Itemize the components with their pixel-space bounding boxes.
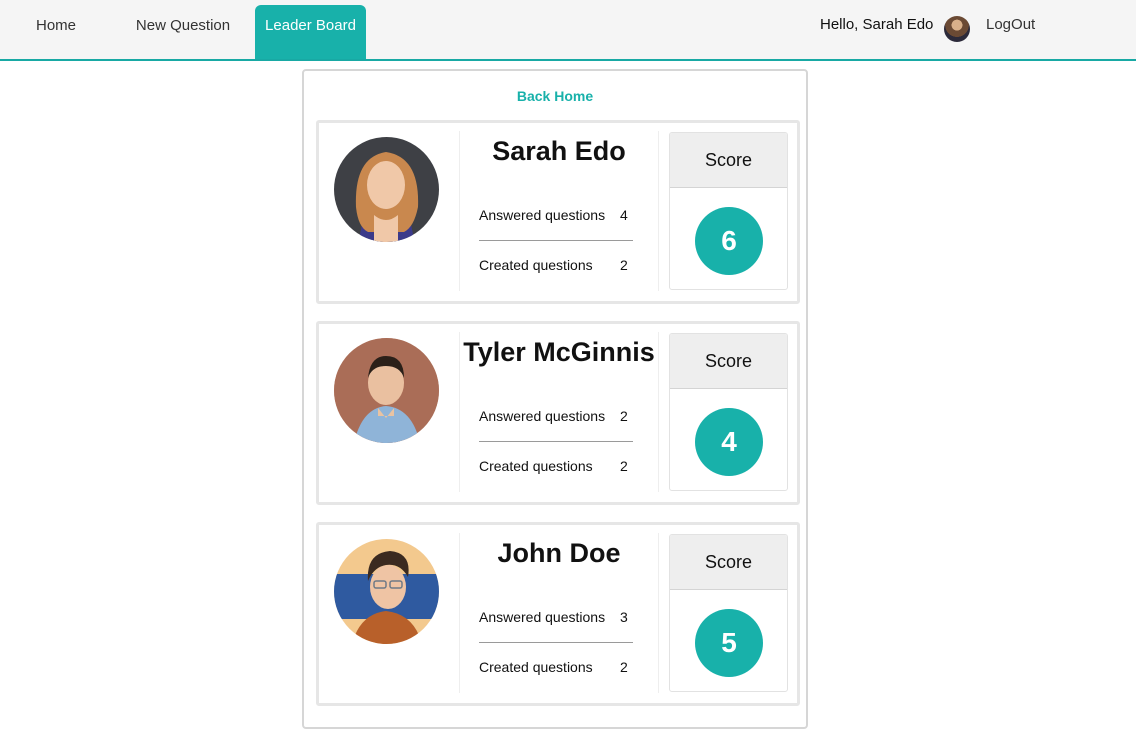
score-box: Score 6 [669, 132, 788, 290]
user-name: John Doe [497, 538, 621, 568]
score-badge: 5 [695, 609, 763, 677]
answered-questions-count: 3 [620, 609, 628, 625]
leaderboard-card: John Doe Answered questions 3 Created qu… [316, 522, 800, 706]
created-questions-row: Created questions 2 [479, 659, 639, 675]
divider [658, 533, 659, 693]
created-questions-label: Created questions [479, 257, 593, 273]
score-box: Score 5 [669, 534, 788, 692]
top-nav: Home New Question Leader Board Hello, Sa… [0, 0, 1136, 61]
user-name: Tyler McGinnis [463, 337, 655, 367]
leaderboard-card: Sarah Edo Answered questions 4 Created q… [316, 120, 800, 304]
divider [658, 332, 659, 492]
created-questions-count: 2 [620, 257, 628, 273]
answered-questions-row: Answered questions 3 [479, 609, 639, 625]
nav-leader-board-link[interactable]: Leader Board [255, 5, 366, 59]
answered-questions-label: Answered questions [479, 609, 606, 625]
nav-new-question-link[interactable]: New Question [126, 5, 240, 59]
answered-questions-row: Answered questions 4 [479, 207, 639, 223]
divider [658, 131, 659, 291]
score-label: Score [670, 133, 787, 188]
leaderboard-card: Tyler McGinnis Answered questions 2 Crea… [316, 321, 800, 505]
user-avatar [334, 539, 439, 644]
created-questions-label: Created questions [479, 458, 593, 474]
user-avatar [334, 338, 439, 443]
leaderboard-panel: Back Home Sarah Edo Answered questions 4… [302, 69, 808, 729]
answered-questions-row: Answered questions 2 [479, 408, 639, 424]
answered-questions-count: 4 [620, 207, 628, 223]
created-questions-count: 2 [620, 659, 628, 675]
user-name: Sarah Edo [492, 136, 626, 166]
created-questions-label: Created questions [479, 659, 593, 675]
user-greeting: Hello, Sarah Edo [820, 16, 934, 33]
created-questions-count: 2 [620, 458, 628, 474]
stat-divider [479, 642, 633, 643]
score-badge: 6 [695, 207, 763, 275]
user-avatar [944, 16, 970, 42]
created-questions-row: Created questions 2 [479, 257, 639, 273]
nav-home-link[interactable]: Home [24, 5, 88, 59]
user-avatar [334, 137, 439, 242]
answered-questions-label: Answered questions [479, 207, 606, 223]
answered-questions-count: 2 [620, 408, 628, 424]
score-label: Score [670, 535, 787, 590]
score-badge: 4 [695, 408, 763, 476]
created-questions-row: Created questions 2 [479, 458, 639, 474]
score-box: Score 4 [669, 333, 788, 491]
logout-link[interactable]: LogOut [986, 16, 1035, 33]
answered-questions-label: Answered questions [479, 408, 606, 424]
stat-divider [479, 240, 633, 241]
back-home-link[interactable]: Back Home [304, 88, 806, 104]
score-label: Score [670, 334, 787, 389]
stat-divider [479, 441, 633, 442]
